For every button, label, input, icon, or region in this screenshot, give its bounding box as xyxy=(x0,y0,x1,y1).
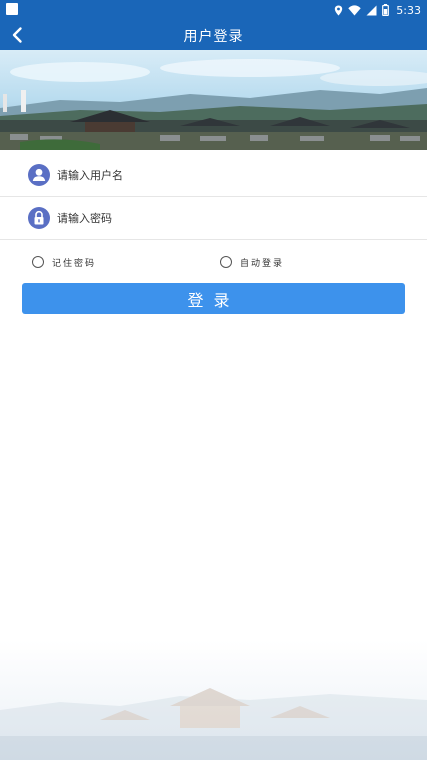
notification-icon xyxy=(6,3,18,15)
auto-login-radio[interactable] xyxy=(220,256,232,268)
location-icon xyxy=(335,5,343,15)
user-icon xyxy=(28,164,50,186)
app-bar: 用户登录 xyxy=(0,20,427,50)
login-button[interactable]: 登录 xyxy=(22,283,405,314)
password-row xyxy=(0,197,427,240)
username-input[interactable] xyxy=(57,164,397,186)
banner-image xyxy=(0,50,427,150)
lock-icon xyxy=(28,207,50,229)
battery-icon xyxy=(382,4,390,16)
wifi-icon xyxy=(348,4,361,15)
username-row xyxy=(0,154,427,197)
background-watermark-image xyxy=(0,640,427,760)
remember-password-label: 记住密码 xyxy=(52,258,97,269)
remember-password-option[interactable]: 记住密码 xyxy=(32,253,96,271)
page-title: 用户登录 xyxy=(183,29,244,45)
auto-login-label: 自动登录 xyxy=(240,258,285,269)
status-bar: 5:33 xyxy=(0,0,427,20)
status-time: 5:33 xyxy=(396,3,421,17)
remember-password-radio[interactable] xyxy=(32,256,44,268)
status-icons: 5:33 xyxy=(334,2,421,18)
signal-icon xyxy=(366,5,377,15)
auto-login-option[interactable]: 自动登录 xyxy=(220,253,284,271)
password-input[interactable] xyxy=(57,207,397,229)
